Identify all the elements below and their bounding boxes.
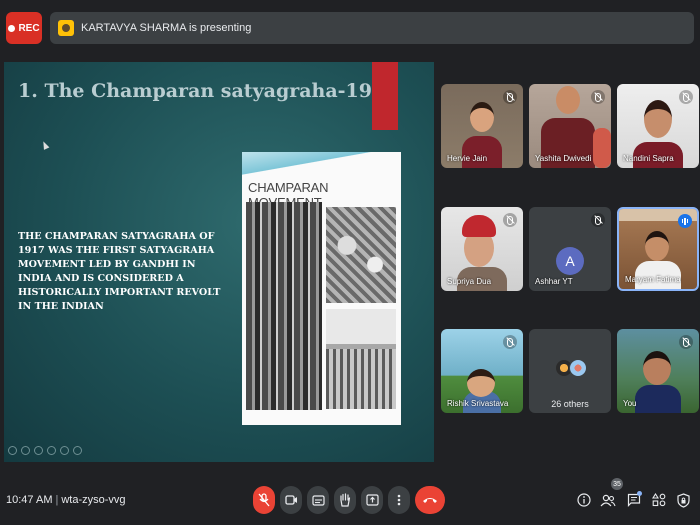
host-controls-button[interactable] [673, 490, 693, 510]
recording-indicator[interactable]: REC [6, 12, 42, 44]
activities-button[interactable] [649, 490, 669, 510]
people-icon [600, 494, 616, 506]
participant-name: Hervie Jain [447, 154, 488, 163]
closed-captions-icon [307, 486, 329, 514]
camera-off-icon [280, 486, 302, 514]
historic-photo-field [326, 309, 396, 409]
muted-mic-icon [503, 90, 517, 104]
participant-name: Nandini Sapra [623, 154, 674, 163]
people-button[interactable] [598, 490, 618, 510]
avatar [569, 359, 587, 377]
hand-icon [334, 486, 356, 514]
participant-face [556, 86, 580, 114]
captions-button[interactable] [307, 486, 329, 514]
other-participants-count: 26 others [551, 399, 589, 409]
camera-toggle-button[interactable] [280, 486, 302, 514]
participant-tile[interactable]: Yashita Dwivedi [529, 84, 611, 168]
muted-mic-icon [503, 213, 517, 227]
chat-button[interactable] [624, 490, 644, 510]
participant-tile[interactable]: Nandini Sapra [617, 84, 699, 168]
muted-mic-icon [591, 213, 605, 227]
photo-header-wave [242, 152, 401, 180]
participant-face [643, 351, 671, 385]
participant-name: Ashhar YT [535, 277, 573, 286]
participant-name: Yashita Dwivedi [535, 154, 592, 163]
presenting-banner[interactable]: KARTAVYA SHARMA is presenting [50, 12, 694, 44]
slides-grid-icon[interactable] [47, 446, 56, 455]
speaking-indicator-icon [678, 214, 692, 228]
self-view-tile[interactable]: You [617, 329, 699, 413]
info-icon [577, 493, 591, 507]
recording-label: REC [18, 22, 40, 34]
previous-slide-icon[interactable] [8, 446, 17, 455]
activities-shapes-icon [652, 493, 666, 507]
participant-tile[interactable]: A Ashhar YT [529, 207, 611, 291]
slide-title: 1. The Champaran satyagraha-1917 [18, 80, 399, 102]
participant-name: Maryam Fatima [625, 275, 681, 284]
flower-decoration [593, 128, 611, 168]
participant-face [645, 231, 669, 261]
present-icon [361, 486, 383, 514]
muted-mic-icon [503, 335, 517, 349]
participant-name: Supriya Dua [447, 277, 492, 286]
participant-tile-active-speaker[interactable]: Maryam Fatima [617, 207, 699, 291]
participant-face [644, 100, 672, 138]
zoom-icon[interactable] [60, 446, 69, 455]
avatar: A [556, 247, 584, 275]
clock-time: 10:47 AM [6, 494, 53, 506]
muted-mic-icon [591, 90, 605, 104]
next-slide-icon[interactable] [21, 446, 30, 455]
mouse-cursor-icon [40, 140, 50, 150]
more-options-icon[interactable] [73, 446, 82, 455]
slide-accent-bar [372, 62, 398, 130]
mic-off-icon [253, 486, 275, 514]
more-options-button[interactable] [388, 486, 410, 514]
participant-name: You [623, 399, 637, 408]
slide-toolbar [8, 446, 82, 455]
shared-screen: 1. The Champaran satyagraha-1917 THE CHA… [4, 62, 434, 462]
participant-name: Rishik Srivastava [447, 399, 509, 408]
muted-mic-icon [679, 90, 693, 104]
muted-mic-icon [679, 335, 693, 349]
participant-video [462, 136, 502, 168]
participant-tile[interactable]: Rishik Srivastava [441, 329, 523, 413]
participant-face [467, 369, 495, 397]
meeting-info: 10:47 AM | wta-zyso-vvg [6, 494, 126, 506]
meeting-details-button[interactable] [574, 490, 594, 510]
present-screen-button[interactable] [361, 486, 383, 514]
leave-call-button[interactable] [415, 486, 445, 514]
meeting-code: wta-zyso-vvg [61, 494, 126, 506]
unread-dot [637, 491, 642, 496]
presenter-avatar [58, 20, 74, 36]
historic-photo-procession [246, 202, 322, 410]
other-participant-avatars [555, 359, 587, 377]
presenting-text: KARTAVYA SHARMA is presenting [81, 22, 252, 34]
participant-face [470, 102, 494, 132]
slide-body-text: THE CHAMPARAN SATYAGRAHA OF 1917 WAS THE… [18, 231, 221, 312]
pen-icon[interactable] [34, 446, 43, 455]
raise-hand-button[interactable] [334, 486, 356, 514]
participant-tile[interactable]: Supriya Dua [441, 207, 523, 291]
record-dot-icon [8, 24, 16, 32]
mic-toggle-button[interactable] [253, 486, 275, 514]
historic-photo-crowd [326, 207, 396, 303]
turban [462, 215, 496, 237]
separator: | [55, 494, 59, 506]
end-call-icon [415, 486, 445, 514]
other-participants-tile[interactable]: 26 others [529, 329, 611, 413]
shield-lock-icon [676, 492, 690, 508]
participant-tile[interactable]: Hervie Jain [441, 84, 523, 168]
slide-photo-collage: CHAMPARAN MOVEMENT [242, 152, 401, 425]
participant-video [635, 385, 681, 413]
participant-count-badge: 35 [611, 478, 623, 490]
more-vertical-icon [388, 486, 410, 514]
